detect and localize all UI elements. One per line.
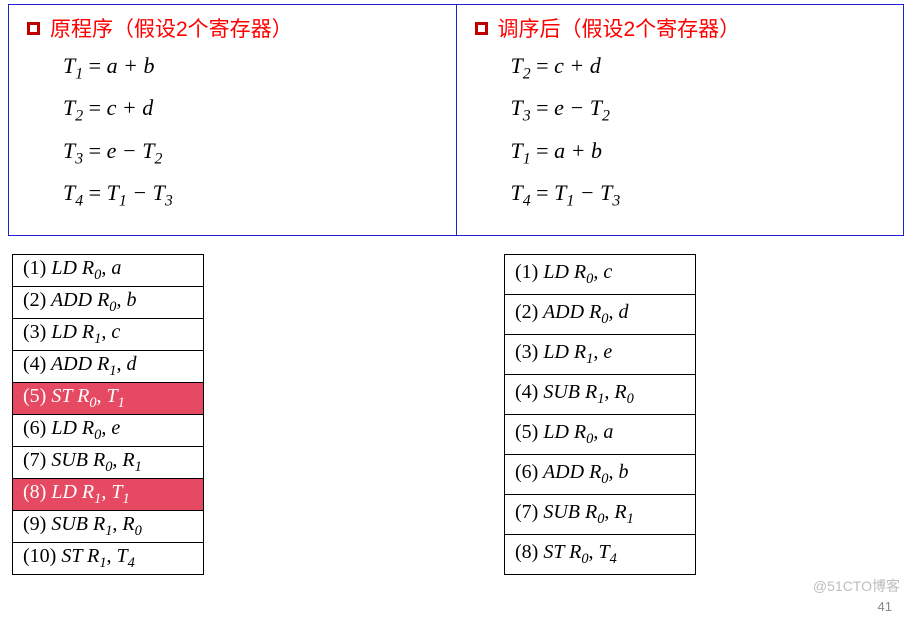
table-row: (9) SUB R1, R0 (13, 510, 204, 542)
table-row: (10) ST R1, T4 (13, 542, 204, 574)
table-row: (6) ADD R0, b (505, 454, 696, 494)
table-row: (3) LD R1, e (505, 334, 696, 374)
table-row: (8) LD R1, T1 (13, 478, 204, 510)
instruction-cell: (7) SUB R0, R1 (13, 446, 204, 478)
table-row: (1) LD R0, c (505, 254, 696, 294)
instruction-cell: (3) LD R1, e (505, 334, 696, 374)
instruction-cell: (1) LD R0, c (505, 254, 696, 294)
instruction-cell: (5) LD R0, a (505, 414, 696, 454)
equation: T1 = a + b (511, 138, 886, 168)
comparison-container: 原程序（假设2个寄存器） T1 = a + b T2 = c + d T3 = e … (8, 4, 904, 236)
instruction-tables: (1) LD R0, a(2) ADD R0, b(3) LD R1, c(4)… (0, 254, 912, 575)
page-number: 41 (878, 599, 892, 614)
instruction-cell: (1) LD R0, a (13, 254, 204, 286)
watermark: @51CTO博客 (813, 576, 900, 596)
instruction-cell: (4) SUB R1, R0 (505, 374, 696, 414)
instruction-cell: (9) SUB R1, R0 (13, 510, 204, 542)
table-row: (7) SUB R0, R1 (13, 446, 204, 478)
equation: T4 = T1 − T3 (511, 180, 886, 210)
instruction-cell: (3) LD R1, c (13, 318, 204, 350)
bullet-icon (27, 22, 40, 35)
panel-title-right: 调序后（假设2个寄存器） (475, 13, 886, 43)
equation-list-left: T1 = a + b T2 = c + d T3 = e − T2 T4 = T1 −… (27, 53, 438, 211)
instruction-cell: (6) ADD R0, b (505, 454, 696, 494)
panel-title-text: 调序后（假设2个寄存器） (498, 13, 741, 43)
equation: T1 = a + b (63, 53, 438, 83)
table-row: (3) LD R1, c (13, 318, 204, 350)
table-row: (5) LD R0, a (505, 414, 696, 454)
table-row: (4) SUB R1, R0 (505, 374, 696, 414)
instruction-cell: (10) ST R1, T4 (13, 542, 204, 574)
instruction-cell: (6) LD R0, e (13, 414, 204, 446)
instruction-table-right: (1) LD R0, c(2) ADD R0, d(3) LD R1, e(4)… (504, 254, 696, 575)
table-row: (4) ADD R1, d (13, 350, 204, 382)
table-row: (2) ADD R0, d (505, 294, 696, 334)
instruction-cell: (7) SUB R0, R1 (505, 494, 696, 534)
bullet-icon (475, 22, 488, 35)
instruction-cell: (5) ST R0, T1 (13, 382, 204, 414)
instruction-cell: (8) ST R0, T4 (505, 534, 696, 574)
instruction-cell: (8) LD R1, T1 (13, 478, 204, 510)
instruction-table-left: (1) LD R0, a(2) ADD R0, b(3) LD R1, c(4)… (12, 254, 204, 575)
table-row: (1) LD R0, a (13, 254, 204, 286)
table-row: (8) ST R0, T4 (505, 534, 696, 574)
panel-title-text: 原程序（假设2个寄存器） (50, 13, 293, 43)
equation-list-right: T2 = c + d T3 = e − T2 T1 = a + b T4 = T1 −… (475, 53, 886, 211)
panel-title-left: 原程序（假设2个寄存器） (27, 13, 438, 43)
table-row: (7) SUB R0, R1 (505, 494, 696, 534)
original-program-panel: 原程序（假设2个寄存器） T1 = a + b T2 = c + d T3 = e … (9, 5, 457, 235)
instruction-cell: (4) ADD R1, d (13, 350, 204, 382)
instruction-cell: (2) ADD R0, d (505, 294, 696, 334)
reordered-program-panel: 调序后（假设2个寄存器） T2 = c + d T3 = e − T2 T1 = a… (457, 5, 904, 235)
equation: T2 = c + d (63, 95, 438, 125)
equation: T3 = e − T2 (63, 138, 438, 168)
equation: T2 = c + d (511, 53, 886, 83)
equation: T3 = e − T2 (511, 95, 886, 125)
instruction-cell: (2) ADD R0, b (13, 286, 204, 318)
table-row: (6) LD R0, e (13, 414, 204, 446)
table-row: (5) ST R0, T1 (13, 382, 204, 414)
table-row: (2) ADD R0, b (13, 286, 204, 318)
equation: T4 = T1 − T3 (63, 180, 438, 210)
